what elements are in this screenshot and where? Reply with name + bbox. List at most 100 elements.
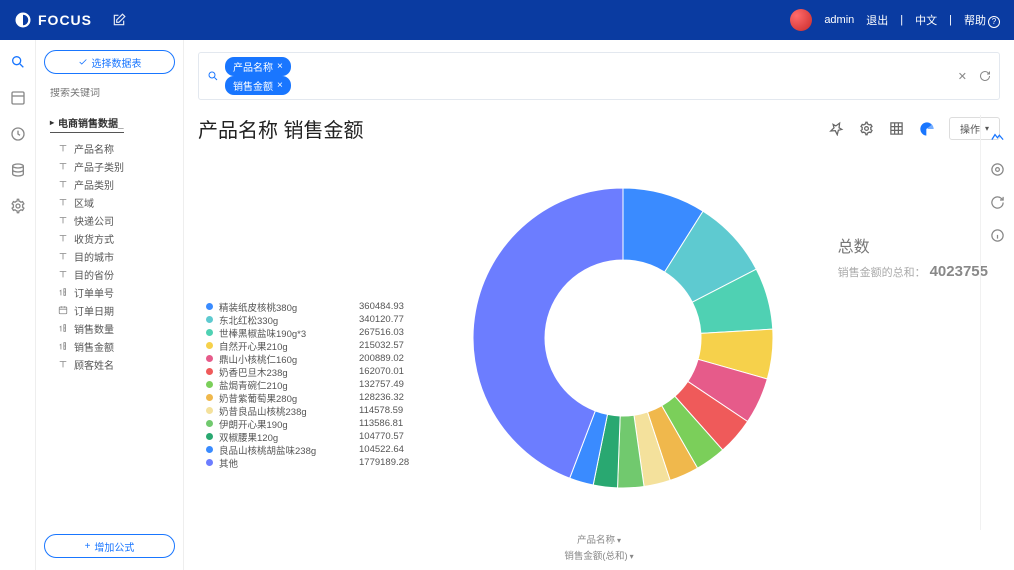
legend-item[interactable]: 双椒腰果120g104770.57 (206, 430, 429, 443)
field-type-icon (58, 161, 68, 171)
legend-item[interactable]: 伊朗开心果190g113586.81 (206, 417, 429, 430)
legend-value: 340120.77 (359, 314, 429, 325)
select-data-button[interactable]: 选择数据表 (44, 50, 175, 74)
help-link[interactable]: 帮助? (964, 12, 1000, 28)
field-item[interactable]: 顾客姓名 (58, 355, 175, 373)
legend-value: 113586.81 (359, 418, 429, 429)
nav-iconbar (0, 40, 36, 570)
dataset-title[interactable]: ▸ 电商销售数据_ (50, 115, 124, 133)
dashboard-icon[interactable] (10, 90, 26, 106)
field-item[interactable]: 目的城市 (58, 247, 175, 265)
gear-icon[interactable] (859, 121, 875, 137)
field-item[interactable]: 产品名称 (58, 139, 175, 157)
legend-name: 东北红松330g (219, 313, 359, 327)
legend-item[interactable]: 精装纸皮核桃380g360484.93 (206, 300, 429, 313)
legend-dot (206, 381, 213, 388)
field-item[interactable]: 订单日期 (58, 301, 175, 319)
query-chipbar[interactable]: 产品名称×销售金额× ✕ (198, 52, 1000, 100)
field-type-icon (58, 143, 68, 153)
field-item[interactable]: 订单单号 (58, 283, 175, 301)
chip-remove-icon[interactable]: × (277, 80, 283, 91)
axis-x[interactable]: 产品名称▾ (564, 532, 633, 546)
field-label: 订单日期 (74, 303, 114, 318)
axis-y[interactable]: 销售金额(总和)▾ (564, 548, 633, 562)
brand-text: FOCUS (38, 12, 92, 28)
field-tree: 产品名称产品子类别产品类别区域快递公司收货方式目的城市目的省份订单单号订单日期销… (44, 139, 175, 373)
field-type-icon (58, 269, 68, 279)
chart-area: 精装纸皮核桃380g360484.93东北红松330g340120.77世棒黑椒… (198, 153, 1000, 523)
legend-dot (206, 394, 213, 401)
legend-item[interactable]: 东北红松330g340120.77 (206, 313, 429, 326)
legend-item[interactable]: 鼎山小核桃仁160g200889.02 (206, 352, 429, 365)
legend-item[interactable]: 世棒黑椒盐味190g*3267516.03 (206, 326, 429, 339)
legend-name: 精装纸皮核桃380g (219, 300, 359, 314)
legend-name: 良品山核桃胡盐味238g (219, 443, 359, 457)
legend-item[interactable]: 奶香巴旦木238g162070.01 (206, 365, 429, 378)
legend-item[interactable]: 其他1779189.28 (206, 456, 429, 469)
field-item[interactable]: 收货方式 (58, 229, 175, 247)
donut-chart[interactable] (458, 173, 788, 503)
legend-value: 215032.57 (359, 340, 429, 351)
legend-dot (206, 342, 213, 349)
legend-item[interactable]: 奶昔紫葡萄果280g128236.32 (206, 391, 429, 404)
legend-dot (206, 329, 213, 336)
legend-item[interactable]: 盐焗青碗仁210g132757.49 (206, 378, 429, 391)
field-label: 产品子类别 (74, 159, 124, 174)
legend-name: 奶昔良品山核桃238g (219, 404, 359, 418)
query-chip[interactable]: 销售金额× (225, 76, 291, 95)
legend-dot (206, 316, 213, 323)
chart-type-icon[interactable] (990, 129, 1005, 144)
field-item[interactable]: 销售金额 (58, 337, 175, 355)
field-search-input[interactable] (50, 88, 182, 99)
chart-icon[interactable] (919, 121, 935, 137)
table-icon[interactable] (889, 121, 905, 137)
pin-icon[interactable] (829, 121, 845, 137)
legend-dot (206, 355, 213, 362)
data-icon[interactable] (10, 162, 26, 178)
legend-value: 200889.02 (359, 353, 429, 364)
legend-dot (206, 446, 213, 453)
axis-tags: 产品名称▾ 销售金额(总和)▾ (564, 530, 633, 564)
reload-icon[interactable] (990, 195, 1005, 210)
query-chip[interactable]: 产品名称× (225, 57, 291, 76)
legend-dot (206, 433, 213, 440)
field-item[interactable]: 销售数量 (58, 319, 175, 337)
field-type-icon (58, 323, 68, 333)
search-icon[interactable] (10, 54, 26, 70)
field-type-icon (58, 251, 68, 261)
field-label: 目的城市 (74, 249, 114, 264)
logout-link[interactable]: 退出 (866, 12, 888, 28)
legend-name: 奶香巴旦木238g (219, 365, 359, 379)
chip-remove-icon[interactable]: × (277, 61, 283, 72)
add-formula-button[interactable]: +增加公式 (44, 534, 175, 558)
legend-item[interactable]: 奶昔良品山核桃238g114578.59 (206, 404, 429, 417)
search-icon[interactable] (207, 70, 219, 82)
settings-icon[interactable] (10, 198, 26, 214)
avatar[interactable] (790, 9, 812, 31)
legend-name: 自然开心果210g (219, 339, 359, 353)
field-label: 产品名称 (74, 141, 114, 156)
legend-item[interactable]: 良品山核桃胡盐味238g104522.64 (206, 443, 429, 456)
info-icon[interactable] (990, 228, 1005, 243)
brand-logo: FOCUS (14, 11, 92, 29)
field-item[interactable]: 区域 (58, 193, 175, 211)
language-toggle[interactable]: 中文 (915, 12, 937, 28)
legend-name: 盐焗青碗仁210g (219, 378, 359, 392)
field-search[interactable] (44, 84, 175, 103)
legend-value: 114578.59 (359, 405, 429, 416)
history-icon[interactable] (10, 126, 26, 142)
field-item[interactable]: 目的省份 (58, 265, 175, 283)
clear-icon[interactable]: ✕ (958, 70, 967, 83)
config-icon[interactable] (990, 162, 1005, 177)
username[interactable]: admin (824, 14, 854, 26)
field-item[interactable]: 快递公司 (58, 211, 175, 229)
field-item[interactable]: 产品子类别 (58, 157, 175, 175)
field-item[interactable]: 产品类别 (58, 175, 175, 193)
edit-icon[interactable] (112, 13, 126, 27)
legend-item[interactable]: 自然开心果210g215032.57 (206, 339, 429, 352)
legend-value: 104522.64 (359, 444, 429, 455)
refresh-icon[interactable] (979, 70, 991, 83)
field-label: 目的省份 (74, 267, 114, 282)
legend-name: 双椒腰果120g (219, 430, 359, 444)
field-type-icon (58, 215, 68, 225)
